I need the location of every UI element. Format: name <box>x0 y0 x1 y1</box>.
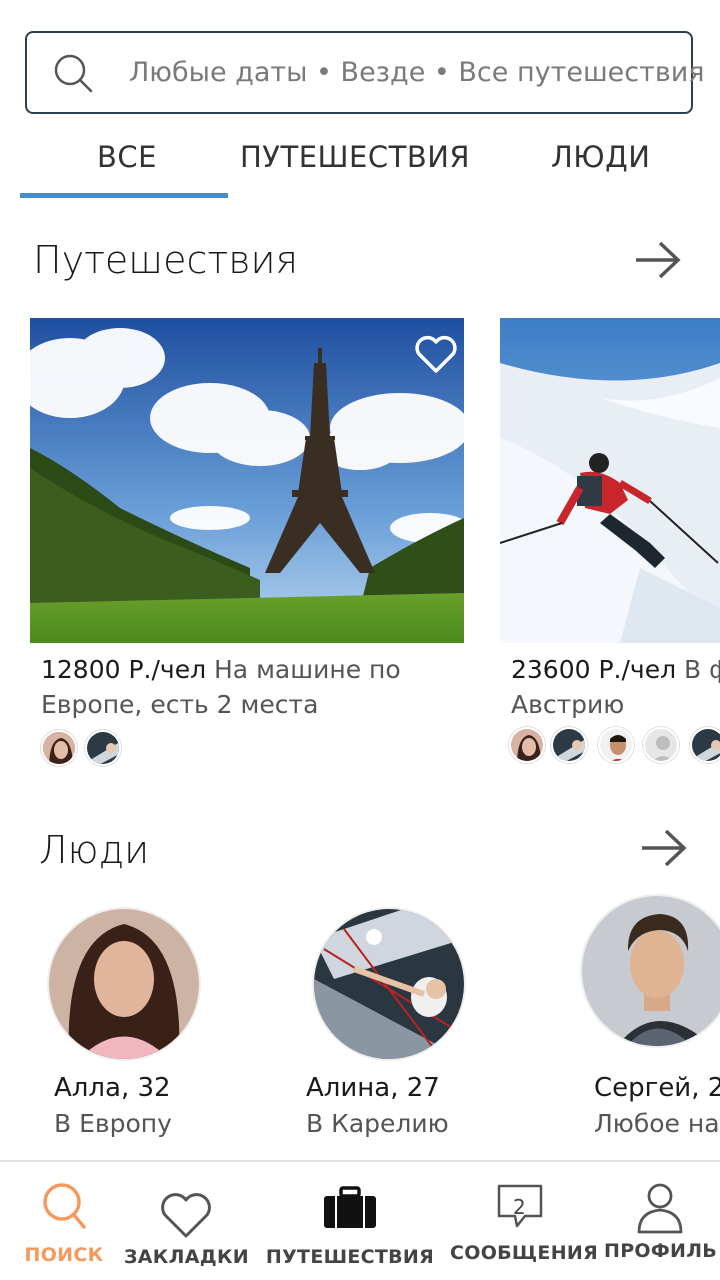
tab-all[interactable]: ВСЕ <box>97 140 157 174</box>
nav-trips[interactable]: ПУТЕШЕСТВИЯ <box>262 1162 438 1280</box>
person-destination: В Карелию <box>306 1109 449 1138</box>
trip-price: 23600 Р./чел <box>511 655 677 684</box>
trip-title-cont: Европе, есть 2 места <box>41 690 319 719</box>
trip-card-image[interactable] <box>30 318 464 643</box>
suitcase-icon <box>324 1186 376 1228</box>
tab-trips[interactable]: ПУТЕШЕСТВИЯ <box>240 140 470 174</box>
participant-avatar <box>41 730 77 766</box>
person-avatar[interactable] <box>49 909 199 1059</box>
nav-bookmarks[interactable]: ЗАКЛАДКИ <box>124 1162 249 1280</box>
trip-title: На машине по <box>206 655 401 684</box>
people-see-all-arrow-icon[interactable] <box>640 828 688 868</box>
bookmark-heart-icon[interactable] <box>414 334 458 374</box>
person-avatar[interactable] <box>582 896 720 1046</box>
profile-icon <box>637 1183 683 1234</box>
people-section-title: Люди <box>39 828 150 872</box>
trips-section-title: Путешествия <box>33 238 299 282</box>
bottom-nav: ПОИСК ЗАКЛАДКИ ПУТЕШЕСТВИЯ 2 СООБЩЕНИЯ П… <box>0 1160 720 1280</box>
participant-avatar <box>598 727 634 763</box>
person-name: Сергей, 28 <box>594 1073 720 1103</box>
tab-people[interactable]: ЛЮДИ <box>551 140 650 174</box>
nav-trips-label: ПУТЕШЕСТВИЯ <box>265 1246 435 1268</box>
nav-bookmarks-label: ЗАКЛАДКИ <box>124 1246 249 1268</box>
participant-avatar <box>551 727 587 763</box>
person-name: Алла, 32 <box>54 1073 171 1103</box>
trip-title-cont: Австрию <box>511 690 625 719</box>
nav-search-label: ПОИСК <box>24 1244 104 1266</box>
nav-search[interactable]: ПОИСК <box>18 1162 110 1280</box>
nav-profile-label: ПРОФИЛЬ <box>604 1240 718 1262</box>
tab-bar: ВСЕ ПУТЕШЕСТВИЯ ЛЮДИ <box>0 130 720 200</box>
person-destination: Любое на <box>594 1109 720 1138</box>
trips-see-all-arrow-icon[interactable] <box>634 240 682 280</box>
nav-messages[interactable]: 2 СООБЩЕНИЯ <box>450 1162 599 1280</box>
search-icon <box>43 1183 86 1229</box>
person-name: Алина, 27 <box>306 1073 440 1103</box>
messages-count-badge: 2 <box>513 1195 526 1219</box>
heart-icon <box>161 1193 211 1238</box>
trip-description: 23600 Р./чел В фе Австрию <box>511 652 720 722</box>
participant-avatar <box>85 730 121 766</box>
participant-avatar <box>643 727 679 763</box>
participant-avatar <box>509 727 545 763</box>
trip-card-image[interactable] <box>500 318 720 643</box>
search-icon <box>54 54 93 93</box>
nav-profile[interactable]: ПРОФИЛЬ <box>604 1162 718 1280</box>
trip-title: В фе <box>684 655 720 684</box>
person-avatar[interactable] <box>314 909 464 1059</box>
search-bar[interactable]: Любые даты • Везде • Все путешествия <box>25 31 705 114</box>
person-destination: В Европу <box>54 1109 172 1138</box>
trip-price: 12800 Р./чел <box>41 655 207 684</box>
search-input[interactable]: Любые даты • Везде • Все путешествия <box>129 33 705 112</box>
nav-messages-label: СООБЩЕНИЯ <box>450 1242 599 1264</box>
participant-avatar <box>690 727 720 763</box>
tab-active-indicator <box>20 193 228 198</box>
trip-description: 12800 Р./чел На машине по Европе, есть 2… <box>41 652 461 722</box>
